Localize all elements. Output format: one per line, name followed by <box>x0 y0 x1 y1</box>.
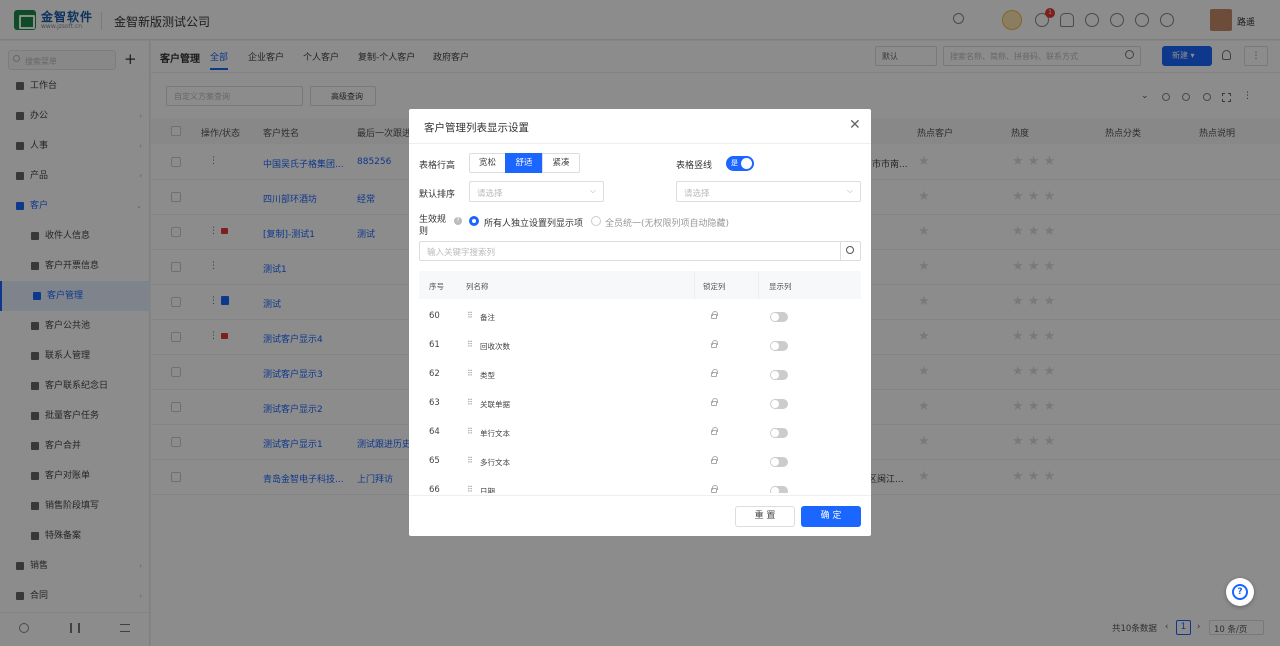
drag-handle-icon[interactable]: ⠿ <box>467 369 473 378</box>
vline-toggle[interactable]: 是 <box>726 156 754 171</box>
divider <box>409 495 871 496</box>
drag-handle-icon[interactable]: ⠿ <box>467 456 473 465</box>
lock-icon[interactable] <box>711 311 718 319</box>
show-column-toggle[interactable] <box>770 341 788 351</box>
drag-handle-icon[interactable]: ⠿ <box>467 311 473 320</box>
show-column-toggle[interactable] <box>770 312 788 322</box>
lock-icon[interactable] <box>711 456 718 464</box>
list-item[interactable]: 60 ⠿ 备注 <box>419 301 861 330</box>
show-column-toggle[interactable] <box>770 399 788 409</box>
drag-handle-icon[interactable]: ⠿ <box>467 398 473 407</box>
close-icon[interactable]: ✕ <box>849 117 861 133</box>
lock-icon[interactable] <box>711 398 718 406</box>
row-height-compact[interactable]: 紧凑 <box>542 153 580 173</box>
grid-col-lock: 锁定列 <box>703 282 726 291</box>
rule-option-unified[interactable]: 全员统一(无权限列项自动隐藏) <box>605 216 729 229</box>
grid-col-num: 序号 <box>429 282 444 291</box>
row-height-label: 表格行高 <box>419 161 456 171</box>
row-height-loose[interactable]: 宽松 <box>469 153 506 173</box>
confirm-button[interactable]: 确 定 <box>801 506 861 527</box>
chevron-down-icon: ⌵ <box>846 186 853 195</box>
lock-icon[interactable] <box>711 427 718 435</box>
divider <box>409 143 871 144</box>
divider <box>694 271 695 299</box>
show-column-toggle[interactable] <box>770 428 788 438</box>
show-column-toggle[interactable] <box>770 486 788 493</box>
question-icon: ? <box>1232 584 1248 600</box>
lock-icon[interactable] <box>711 340 718 348</box>
column-grid-body[interactable]: 60 ⠿ 备注 61 ⠿ 回收次数 62 ⠿ 类型 63 ⠿ 关联单据 64 ⠿… <box>419 299 861 493</box>
rule-label-cont: 则 <box>419 227 429 237</box>
column-search-input[interactable]: 输入关键字搜索列 <box>419 241 841 261</box>
drag-handle-icon[interactable]: ⠿ <box>467 427 473 436</box>
help-button[interactable]: ? <box>1226 578 1254 606</box>
rule-radio-individual[interactable] <box>469 216 479 226</box>
show-column-toggle[interactable] <box>770 457 788 467</box>
sort-field-select[interactable]: 请选择 ⌵ <box>469 181 604 202</box>
divider <box>758 271 759 299</box>
drag-handle-icon[interactable]: ⠿ <box>467 340 473 349</box>
vline-label: 表格竖线 <box>676 161 713 171</box>
search-icon <box>846 246 854 254</box>
lock-icon[interactable] <box>711 369 718 377</box>
chevron-down-icon: ⌵ <box>589 186 596 195</box>
reset-button[interactable]: 重 置 <box>735 506 795 527</box>
show-column-toggle[interactable] <box>770 370 788 380</box>
drag-handle-icon[interactable]: ⠿ <box>467 485 473 493</box>
column-search-button[interactable] <box>840 241 861 261</box>
help-icon[interactable]: ? <box>454 217 462 225</box>
rule-option-individual[interactable]: 所有人独立设置列显示项 <box>484 216 583 229</box>
list-item[interactable]: 61 ⠿ 回收次数 <box>419 330 861 359</box>
default-sort-label: 默认排序 <box>419 190 456 200</box>
list-item[interactable]: 63 ⠿ 关联单据 <box>419 388 861 417</box>
dialog-title: 客户管理列表显示设置 <box>424 122 529 134</box>
lock-icon[interactable] <box>711 485 718 493</box>
rule-radio-unified[interactable] <box>591 216 601 226</box>
row-height-comfortable[interactable]: 舒适 <box>505 153 543 173</box>
list-item[interactable]: 65 ⠿ 多行文本 <box>419 446 861 475</box>
grid-col-name: 列名称 <box>466 282 489 291</box>
sort-order-select[interactable]: 请选择 ⌵ <box>676 181 861 202</box>
list-item[interactable]: 66 ⠿ 日期 <box>419 475 861 493</box>
grid-col-show: 显示列 <box>769 282 792 291</box>
list-item[interactable]: 62 ⠿ 类型 <box>419 359 861 388</box>
list-item[interactable]: 64 ⠿ 单行文本 <box>419 417 861 446</box>
